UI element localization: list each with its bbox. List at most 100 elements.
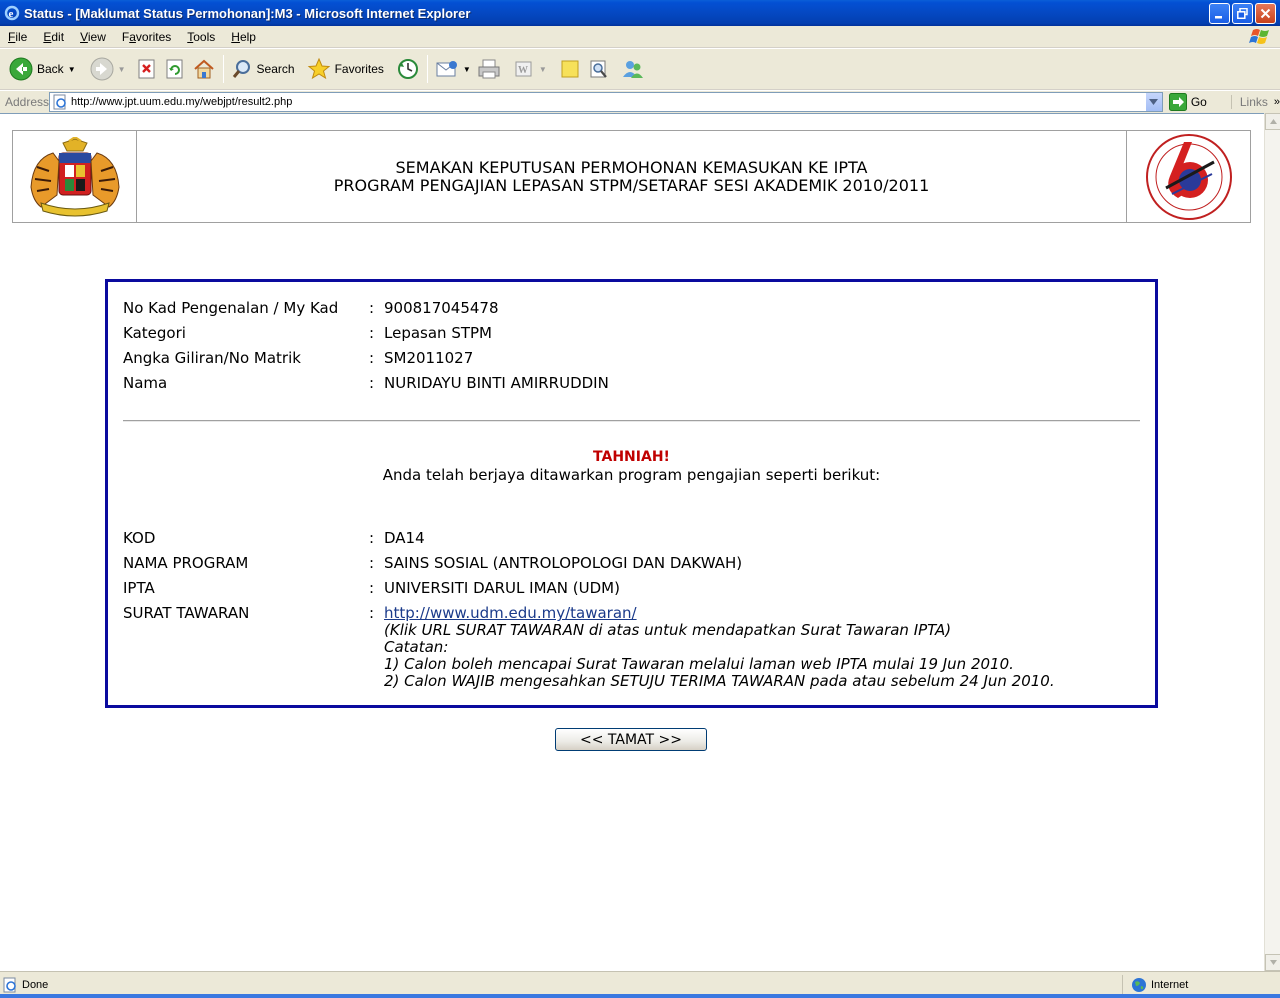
ic-number-value: 900817045478 bbox=[384, 299, 499, 317]
close-button[interactable] bbox=[1255, 2, 1276, 24]
address-dropdown-button[interactable] bbox=[1144, 92, 1162, 111]
divider bbox=[123, 420, 1140, 422]
result-panel: No Kad Pengenalan / My Kad : 90081704547… bbox=[105, 279, 1158, 708]
go-arrow-icon bbox=[1168, 92, 1187, 111]
offer-letter-link[interactable]: http://www.udm.edu.my/tawaran/ bbox=[384, 604, 637, 622]
stop-icon bbox=[138, 59, 155, 79]
menu-help[interactable]: Help bbox=[223, 27, 264, 47]
go-button[interactable]: Go bbox=[1168, 92, 1207, 111]
scroll-down-button[interactable] bbox=[1265, 954, 1280, 971]
chevron-down-icon bbox=[1269, 960, 1277, 965]
stop-button[interactable] bbox=[133, 51, 161, 87]
note-item: 1) Calon boleh mencapai Surat Tawaran me… bbox=[384, 655, 1014, 673]
menu-bar: File Edit View Favorites Tools Help bbox=[0, 26, 1280, 48]
offer-letter-instruction: (Klik URL SURAT TAWARAN di atas untuk me… bbox=[384, 621, 952, 639]
search-icon bbox=[232, 60, 250, 78]
chevron-down-icon bbox=[1149, 98, 1159, 105]
globe-icon bbox=[1132, 978, 1146, 992]
note-icon bbox=[561, 60, 579, 78]
back-button[interactable]: Back ▼ bbox=[6, 51, 79, 87]
search-button[interactable]: Search bbox=[228, 51, 298, 87]
favorites-star-icon bbox=[307, 57, 330, 80]
menu-favorites[interactable]: Favorites bbox=[114, 27, 179, 47]
notes-heading: Catatan: bbox=[384, 638, 449, 656]
menu-tools[interactable]: Tools bbox=[179, 27, 223, 47]
svg-text:W: W bbox=[518, 65, 528, 76]
svg-text:e: e bbox=[9, 8, 14, 20]
research-icon bbox=[590, 60, 607, 78]
home-icon bbox=[193, 59, 214, 79]
research-button[interactable] bbox=[584, 51, 614, 87]
chevron-right-icon[interactable]: » bbox=[1274, 96, 1280, 108]
ministry-emblem-icon bbox=[1145, 133, 1232, 220]
toolbar-separator bbox=[222, 55, 224, 83]
close-icon bbox=[1260, 8, 1271, 18]
coat-of-arms-icon bbox=[29, 136, 120, 216]
mail-icon bbox=[436, 61, 457, 77]
restore-icon bbox=[1237, 7, 1248, 19]
mail-button[interactable]: ▼ bbox=[432, 51, 474, 87]
window-title: Status - [Maklumat Status Permohonan]:M3… bbox=[24, 5, 471, 21]
scroll-up-button[interactable] bbox=[1265, 113, 1280, 130]
links-toolbar[interactable]: Links bbox=[1230, 94, 1268, 109]
menu-edit[interactable]: Edit bbox=[35, 27, 72, 47]
refresh-icon bbox=[166, 59, 183, 79]
word-edit-icon: W bbox=[515, 61, 532, 77]
forward-dropdown-icon[interactable]: ▼ bbox=[118, 65, 126, 74]
offer-message: Anda telah berjaya ditawarkan program pe… bbox=[382, 466, 881, 484]
discuss-button[interactable] bbox=[556, 51, 584, 87]
ministry-logo bbox=[1126, 131, 1250, 222]
page-done-icon bbox=[3, 977, 16, 993]
note-item: 2) Calon WAJIB mengesahkan SETUJU TERIMA… bbox=[384, 672, 1055, 690]
address-bar: Address http://www.jpt.uum.edu.my/webjpt… bbox=[0, 90, 1280, 112]
forward-arrow-icon bbox=[90, 57, 114, 81]
windows-logo-icon bbox=[1249, 29, 1269, 44]
address-label: Address bbox=[5, 94, 50, 109]
favorites-button[interactable]: Favorites bbox=[304, 51, 387, 87]
matric-number-value: SM2011027 bbox=[384, 349, 474, 367]
history-button[interactable] bbox=[393, 51, 423, 87]
title-bar[interactable]: e Status - [Maklumat Status Permohonan]:… bbox=[0, 0, 1280, 26]
home-button[interactable] bbox=[189, 51, 219, 87]
edit-button[interactable]: W ▼ bbox=[510, 51, 550, 87]
minimize-button[interactable] bbox=[1209, 2, 1230, 24]
refresh-button[interactable] bbox=[161, 51, 189, 87]
page-header: SEMAKAN KEPUTUSAN PERMOHONAN KEMASUKAN K… bbox=[12, 130, 1251, 223]
page-title-line1: SEMAKAN KEPUTUSAN PERMOHONAN KEMASUKAN K… bbox=[395, 157, 868, 177]
page-icon bbox=[53, 94, 66, 109]
vertical-scrollbar[interactable] bbox=[1264, 113, 1280, 971]
address-url: http://www.jpt.uum.edu.my/webjpt/result2… bbox=[71, 95, 293, 108]
forward-button[interactable]: ▼ bbox=[87, 51, 129, 87]
page-viewport: SEMAKAN KEPUTUSAN PERMOHONAN KEMASUKAN K… bbox=[0, 113, 1264, 971]
page-title: SEMAKAN KEPUTUSAN PERMOHONAN KEMASUKAN K… bbox=[137, 131, 1126, 222]
standard-toolbar: Back ▼ ▼ Search Favorites ▼ W ▼ bbox=[0, 48, 1280, 90]
ie-app-icon: e bbox=[4, 5, 20, 21]
menu-view[interactable]: View bbox=[72, 27, 114, 47]
minimize-icon bbox=[1215, 15, 1222, 18]
taskbar-edge bbox=[0, 994, 1280, 998]
mail-dropdown-icon[interactable]: ▼ bbox=[463, 65, 471, 74]
name-value: NURIDAYU BINTI AMIRRUDDIN bbox=[384, 374, 609, 392]
history-icon bbox=[397, 59, 418, 79]
printer-icon bbox=[478, 59, 500, 79]
security-zone: Internet bbox=[1122, 975, 1188, 995]
edit-dropdown-icon[interactable]: ▼ bbox=[539, 65, 547, 74]
restore-button[interactable] bbox=[1232, 2, 1253, 24]
address-input[interactable]: http://www.jpt.uum.edu.my/webjpt/result2… bbox=[49, 91, 1163, 112]
finish-button[interactable]: << TAMAT >> bbox=[555, 728, 707, 751]
menu-file[interactable]: File bbox=[0, 27, 35, 47]
messenger-button[interactable] bbox=[618, 51, 648, 87]
messenger-people-icon bbox=[622, 61, 643, 78]
print-button[interactable] bbox=[474, 51, 504, 87]
back-arrow-icon bbox=[9, 57, 33, 81]
status-text: Done bbox=[2, 977, 1122, 993]
jata-negara-logo bbox=[13, 131, 137, 222]
page-title-line2: PROGRAM PENGAJIAN LEPASAN STPM/SETARAF S… bbox=[333, 175, 930, 195]
program-name-value: SAINS SOSIAL (ANTROLOPOLOGI DAN DAKWAH) bbox=[384, 554, 743, 572]
toolbar-separator bbox=[426, 55, 428, 83]
back-dropdown-icon[interactable]: ▼ bbox=[68, 65, 76, 74]
ipta-value: UNIVERSITI DARUL IMAN (UDM) bbox=[384, 579, 620, 597]
congrats-heading: TAHNIAH! bbox=[593, 449, 670, 465]
category-value: Lepasan STPM bbox=[384, 324, 492, 342]
program-code-value: DA14 bbox=[384, 529, 425, 547]
